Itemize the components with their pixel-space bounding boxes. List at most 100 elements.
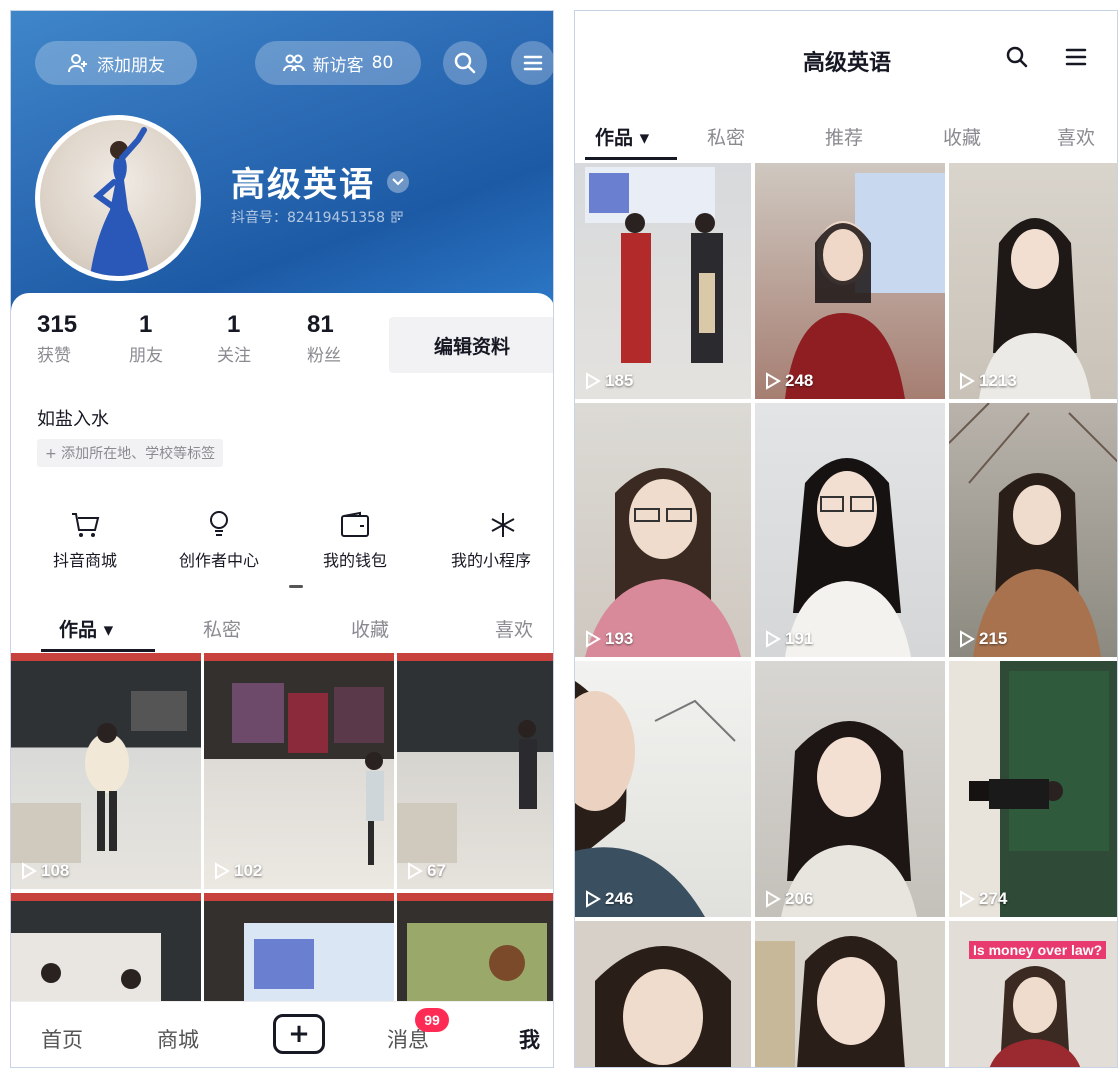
- tab-recommended[interactable]: 推荐: [825, 123, 863, 150]
- search-button[interactable]: [1005, 45, 1029, 73]
- search-icon: [1006, 46, 1028, 68]
- tab-favorites[interactable]: 收藏: [351, 615, 389, 642]
- video-tile[interactable]: 193: [575, 403, 751, 657]
- video-tile[interactable]: [204, 893, 394, 1001]
- play-count: 206: [765, 889, 813, 909]
- video-tile[interactable]: 67: [397, 653, 553, 889]
- video-tile[interactable]: 102: [204, 653, 394, 889]
- video-tile[interactable]: Is money over law?: [949, 921, 1117, 1067]
- video-tile[interactable]: 185: [575, 163, 751, 399]
- shortcut-creator-center-label: 创作者中心: [178, 551, 259, 570]
- play-count-value: 108: [41, 861, 70, 880]
- play-count-value: 102: [234, 861, 263, 880]
- video-tile[interactable]: [11, 893, 201, 1001]
- play-count: 191: [765, 629, 813, 649]
- profile-scrolled-screen: 高级英语 作品 ▾ 私密 推荐 收藏 喜欢 185 248 1213 193 1…: [574, 10, 1118, 1068]
- play-count-value: 193: [605, 629, 634, 648]
- spark-icon: [491, 513, 515, 537]
- video-tile[interactable]: 191: [755, 403, 945, 657]
- chevron-down-icon[interactable]: [387, 170, 409, 193]
- new-visitors-label: 新访客: [312, 55, 364, 76]
- tab-likes[interactable]: 喜欢: [1057, 123, 1095, 150]
- video-grid: 108 102 67: [11, 653, 553, 1001]
- video-tile[interactable]: 246: [575, 661, 751, 917]
- nav-home[interactable]: 首页: [41, 1024, 83, 1054]
- profile-tabs: 作品 ▾ 私密 收藏 喜欢: [11, 603, 553, 655]
- wallet-icon: [341, 511, 369, 537]
- menu-button[interactable]: [511, 41, 553, 85]
- bio-text: 如盐入水: [37, 409, 109, 430]
- new-visitors-button[interactable]: 新访客 80: [255, 41, 421, 85]
- stat-friends[interactable]: 1 朋友: [129, 311, 163, 366]
- add-friend-label: 添加朋友: [97, 55, 165, 76]
- video-caption: Is money over law?: [969, 941, 1107, 959]
- messages-badge: 99: [415, 1008, 449, 1032]
- nav-mall[interactable]: 商城: [157, 1024, 199, 1054]
- video-tile[interactable]: [397, 893, 553, 1001]
- shortcut-creator-center[interactable]: 创作者中心: [159, 507, 279, 571]
- shortcut-wallet[interactable]: 我的钱包: [295, 507, 415, 571]
- shortcut-mall[interactable]: 抖音商城: [25, 507, 145, 571]
- video-thumbnail-image: [585, 468, 741, 657]
- play-count: 246: [585, 889, 633, 909]
- video-tile[interactable]: 248: [755, 163, 945, 399]
- stat-likes[interactable]: 315 获赞: [37, 311, 77, 366]
- play-count: 193: [585, 629, 633, 649]
- shortcut-mini-programs-label: 我的小程序: [451, 551, 532, 570]
- video-tile[interactable]: 108: [11, 653, 201, 889]
- video-tile[interactable]: [755, 921, 945, 1067]
- shortcut-mini-programs[interactable]: 我的小程序: [443, 507, 553, 571]
- play-count: 215: [959, 629, 1007, 649]
- play-icon: [22, 862, 37, 880]
- play-count: 102: [214, 861, 262, 881]
- play-icon: [960, 890, 975, 908]
- video-tile[interactable]: 206: [755, 661, 945, 917]
- plus-icon: +: [288, 1019, 310, 1049]
- profile-name: 高级英语: [231, 157, 409, 206]
- nav-me[interactable]: 我: [519, 1024, 540, 1054]
- tab-works[interactable]: 作品 ▾: [595, 123, 649, 150]
- tab-favorites[interactable]: 收藏: [943, 123, 981, 150]
- video-tile[interactable]: 274: [949, 661, 1117, 917]
- video-thumbnail-image: [755, 936, 905, 1067]
- play-count-value: 248: [785, 371, 814, 390]
- stat-following-value: 1: [227, 311, 241, 338]
- play-icon: [215, 862, 230, 880]
- edit-profile-button[interactable]: 编辑资料: [389, 317, 553, 373]
- profile-name-text: 高级英语: [231, 165, 375, 205]
- play-icon: [766, 890, 781, 908]
- video-thumbnail-image: [785, 458, 911, 657]
- video-tile[interactable]: 1213: [949, 163, 1117, 399]
- shortcut-wallet-label: 我的钱包: [322, 551, 387, 570]
- tab-private[interactable]: 私密: [203, 615, 241, 642]
- play-count-value: 274: [979, 889, 1008, 908]
- video-tile[interactable]: 215: [949, 403, 1117, 657]
- video-thumbnail-image: [397, 653, 553, 863]
- play-count-value: 191: [785, 629, 814, 648]
- avatar[interactable]: [35, 115, 201, 281]
- video-thumbnail-image: [979, 218, 1091, 399]
- active-tab-indicator: [585, 157, 677, 160]
- play-count: 67: [407, 861, 446, 881]
- tab-likes[interactable]: 喜欢: [495, 615, 533, 642]
- add-tag-button[interactable]: + 添加所在地、学校等标签: [37, 439, 224, 467]
- video-tile[interactable]: [575, 921, 751, 1067]
- stat-friends-label: 朋友: [129, 346, 163, 366]
- douyin-id[interactable]: 抖音号：82419451358: [231, 207, 403, 227]
- profile-screen: 添加朋友 新访客 80 高级英语 抖音号：82419451358 315 获赞 …: [10, 10, 554, 1068]
- add-friend-button[interactable]: 添加朋友: [35, 41, 197, 85]
- play-count: 274: [959, 889, 1007, 909]
- video-thumbnail-image: [781, 721, 917, 917]
- tab-private[interactable]: 私密: [707, 123, 745, 150]
- create-button[interactable]: +: [273, 1014, 325, 1054]
- stat-following[interactable]: 1 关注: [217, 311, 251, 366]
- tab-works[interactable]: 作品 ▾: [59, 615, 113, 642]
- douyin-id-text: 抖音号：82419451358: [231, 210, 385, 226]
- page-title: 高级英语: [802, 51, 891, 76]
- play-icon: [586, 630, 601, 648]
- stat-followers[interactable]: 81 粉丝: [307, 311, 341, 366]
- search-button[interactable]: [443, 41, 487, 85]
- play-count-value: 1213: [979, 371, 1017, 390]
- stat-likes-label: 获赞: [37, 346, 71, 366]
- menu-button[interactable]: [1065, 47, 1087, 71]
